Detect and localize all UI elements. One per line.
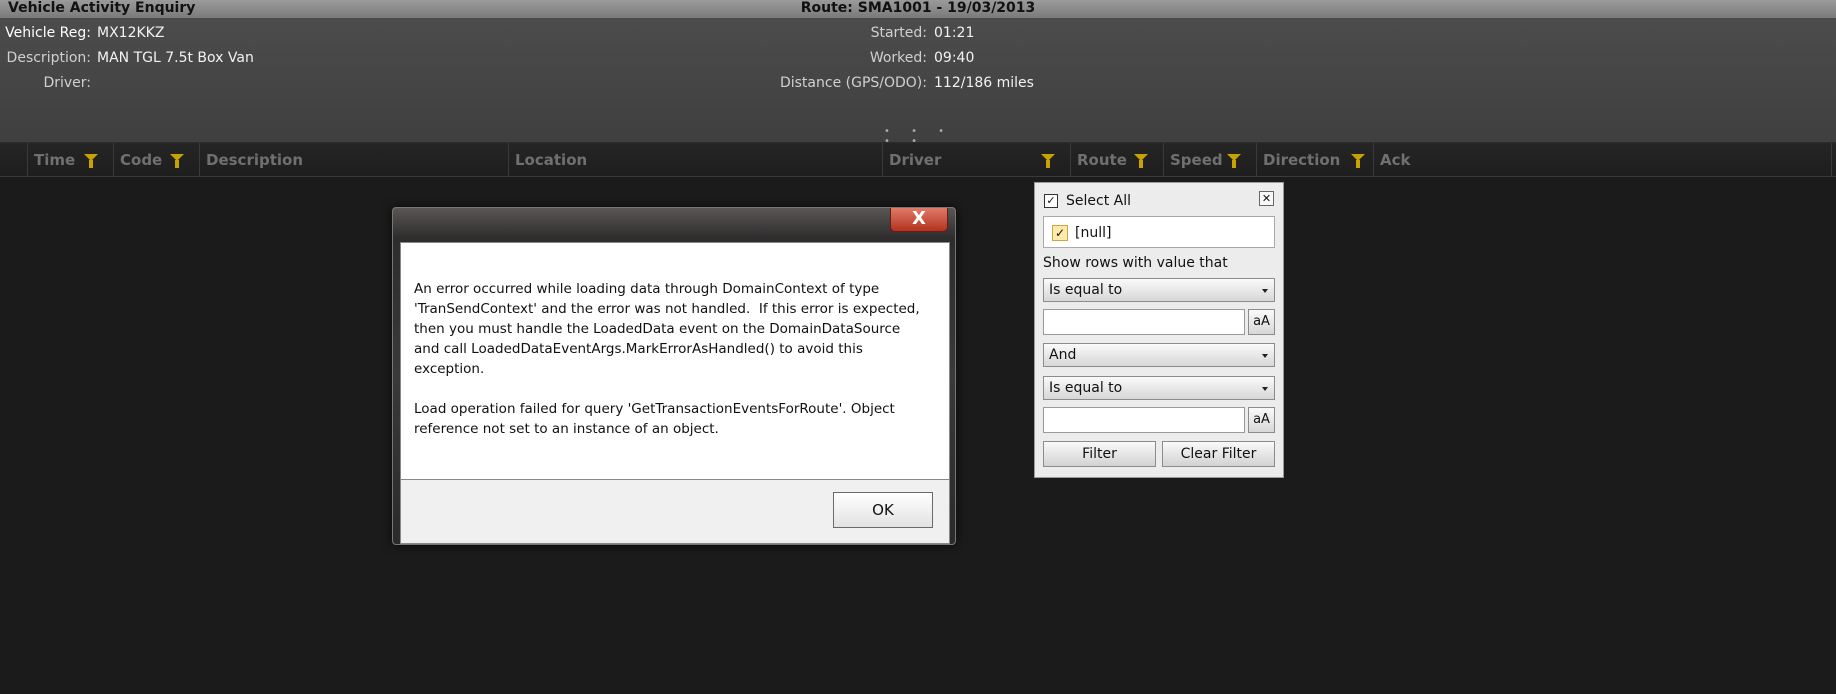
driver-filter-popup: ✓ Select All ✕ ✓ [null] Show rows with v… xyxy=(1034,182,1284,478)
select-all-label: Select All xyxy=(1066,193,1131,209)
select-all-checkbox[interactable]: ✓ xyxy=(1044,194,1058,208)
vehicle-reg-label: Vehicle Reg: xyxy=(5,25,91,41)
logical-operator-value: And xyxy=(1049,347,1077,363)
vehicle-info-panel: Vehicle Reg: MX12KKZ Description: MAN TG… xyxy=(0,18,1836,147)
column-label: Driver xyxy=(889,151,942,169)
column-label: Ack xyxy=(1380,151,1411,169)
ok-button[interactable]: OK xyxy=(833,492,933,528)
match-case-2-button[interactable]: aA xyxy=(1248,407,1275,433)
activity-grid-header: Time Code Description Location Driver Ro… xyxy=(0,143,1836,177)
filter-button[interactable]: Filter xyxy=(1043,441,1156,467)
route-title: Route: SMA1001 - 19/03/2013 xyxy=(800,0,1036,16)
app-title: Vehicle Activity Enquiry xyxy=(8,0,196,16)
worked-label: Worked: xyxy=(869,50,927,66)
description-value: MAN TGL 7.5t Box Van xyxy=(97,50,254,66)
filter-icon[interactable] xyxy=(1041,154,1055,168)
close-icon[interactable]: ✕ xyxy=(1259,191,1274,206)
column-header-speed[interactable]: Speed xyxy=(1163,143,1256,177)
vehicle-reg-value: MX12KKZ xyxy=(97,25,165,41)
logical-operator-select[interactable]: And xyxy=(1043,343,1275,367)
filter-icon[interactable] xyxy=(170,154,184,168)
splitter-handle[interactable]: • • • • • xyxy=(884,127,964,147)
window-titlebar: Route: SMA1001 - 19/03/2013 Vehicle Acti… xyxy=(0,0,1836,18)
driver-label: Driver: xyxy=(43,75,91,91)
column-label: Time xyxy=(34,151,76,169)
operator-2-value: Is equal to xyxy=(1049,380,1123,396)
condition-caption: Show rows with value that xyxy=(1043,255,1228,271)
filter-icon[interactable] xyxy=(1227,154,1241,168)
column-header-driver[interactable]: Driver xyxy=(882,143,1070,177)
operator-1-value: Is equal to xyxy=(1049,282,1123,298)
value-2-input[interactable] xyxy=(1043,407,1245,433)
column-header-route[interactable]: Route xyxy=(1070,143,1163,177)
column-header-location[interactable]: Location xyxy=(508,143,882,177)
clear-filter-button[interactable]: Clear Filter xyxy=(1162,441,1275,467)
error-dialog: X An error occurred while loading data t… xyxy=(392,207,956,545)
column-label: Route xyxy=(1077,151,1127,169)
null-value-label: [null] xyxy=(1075,225,1112,241)
close-icon[interactable]: X xyxy=(890,208,948,232)
dialog-body: An error occurred while loading data thr… xyxy=(400,242,950,480)
started-label: Started: xyxy=(870,25,927,41)
distance-label: Distance (GPS/ODO): xyxy=(779,75,927,91)
column-label: Code xyxy=(120,151,163,169)
dialog-footer: OK xyxy=(400,480,950,544)
filter-icon[interactable] xyxy=(1134,154,1148,168)
null-value-checkbox[interactable]: ✓ xyxy=(1052,225,1068,241)
column-header-description[interactable]: Description xyxy=(199,143,508,177)
column-header-direction[interactable]: Direction xyxy=(1256,143,1373,177)
distinct-values-list: ✓ [null] xyxy=(1043,216,1275,248)
column-header-code[interactable]: Code xyxy=(113,143,199,177)
operator-2-select[interactable]: Is equal to xyxy=(1043,376,1275,400)
chevron-down-icon xyxy=(1262,387,1268,391)
column-label: Direction xyxy=(1263,151,1341,169)
operator-1-select[interactable]: Is equal to xyxy=(1043,278,1275,302)
column-header-time[interactable]: Time xyxy=(27,143,113,177)
chevron-down-icon xyxy=(1262,289,1268,293)
distance-value: 112/186 miles xyxy=(934,75,1034,91)
filter-icon[interactable] xyxy=(84,154,98,168)
column-label: Location xyxy=(515,151,588,169)
error-message: An error occurred while loading data thr… xyxy=(414,281,920,437)
match-case-1-button[interactable]: aA xyxy=(1248,309,1275,335)
description-label: Description: xyxy=(6,50,91,66)
column-label: Speed xyxy=(1170,151,1223,169)
started-value: 01:21 xyxy=(934,25,975,41)
column-header-ack[interactable]: Ack xyxy=(1373,143,1832,177)
worked-value: 09:40 xyxy=(934,50,975,66)
column-label: Description xyxy=(206,151,304,169)
filter-icon[interactable] xyxy=(1351,154,1365,168)
chevron-down-icon xyxy=(1262,354,1268,358)
value-1-input[interactable] xyxy=(1043,309,1245,335)
